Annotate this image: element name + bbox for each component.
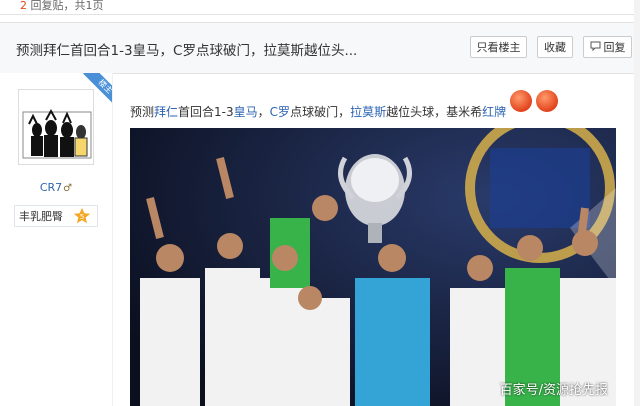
- keyword-link[interactable]: 拜仁: [154, 105, 178, 119]
- post-text: 预测拜仁首回合1-3皇马，C罗点球破门，拉莫斯越位头球，基米希红牌: [130, 103, 506, 120]
- thread-stats-bar: 2 回复贴，共1页: [0, 0, 640, 15]
- badge-level: 5: [80, 212, 85, 221]
- badge-title: 丰乳肥臀: [19, 210, 63, 223]
- reply-count: 2: [20, 0, 27, 12]
- favorite-label: 收藏: [544, 41, 566, 54]
- page-count: 1: [85, 0, 93, 12]
- image-watermark: 百家号/资源抢先报: [499, 383, 608, 398]
- reply-label: 回复贴，共: [30, 0, 86, 12]
- page-scrollbar[interactable]: [634, 0, 640, 406]
- author-panel: CR7♂ 丰乳肥臀 5: [0, 73, 113, 406]
- only-op-button[interactable]: 只看楼主: [470, 36, 527, 58]
- post-seg: 点球破门，: [290, 105, 351, 119]
- author-name[interactable]: CR7♂: [0, 181, 112, 194]
- level-star-icon: 5: [73, 207, 91, 224]
- keyword-link[interactable]: C罗: [270, 105, 290, 119]
- emoticon-icon: [510, 90, 532, 112]
- reply-label: 回复: [603, 41, 626, 54]
- only-op-label: 只看楼主: [476, 41, 521, 54]
- op-corner-tag: 楼主: [82, 73, 112, 103]
- keyword-link[interactable]: 拉莫斯: [350, 105, 386, 119]
- author-name-text: CR7: [39, 181, 63, 194]
- thread-header: 预测拜仁首回合1-3皇马，C罗点球破门，拉莫斯越位头... 只看楼主 收藏 回复: [0, 22, 640, 74]
- gender-icon: ♂: [63, 183, 73, 194]
- favorite-button[interactable]: 收藏: [537, 36, 573, 58]
- post-seg: 预测: [130, 105, 155, 119]
- thread-title: 预测拜仁首回合1-3皇马，C罗点球破门，拉莫斯越位头...: [16, 43, 358, 59]
- post-seg: 越位头球，基米希: [386, 105, 483, 119]
- reply-button[interactable]: 回复: [583, 36, 632, 58]
- page-suffix: 页: [92, 0, 104, 12]
- post-seg: ，: [257, 105, 270, 119]
- reply-stats: 2 回复贴，共1页: [20, 0, 104, 13]
- celebration-photo: [130, 128, 616, 406]
- reply-icon: [590, 41, 601, 54]
- op-corner-label: 楼主: [83, 73, 112, 103]
- keyword-link[interactable]: 皇马: [234, 105, 258, 119]
- post-seg: 首回合1-3: [178, 105, 234, 119]
- member-badge[interactable]: 丰乳肥臀 5: [14, 205, 98, 227]
- post-image[interactable]: 百家号/资源抢先报: [130, 128, 616, 406]
- keyword-link[interactable]: 红牌: [482, 105, 506, 119]
- emoticon-icon: [536, 90, 558, 112]
